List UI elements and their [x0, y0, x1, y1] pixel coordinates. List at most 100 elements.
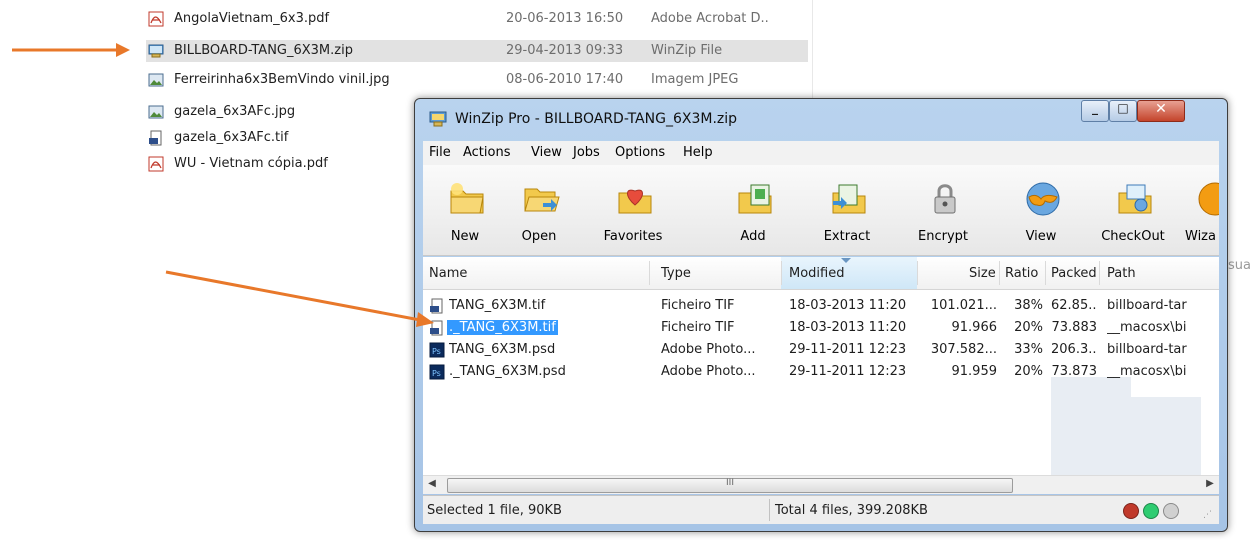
explorer-row[interactable]: gazela_6x3AFc.jpg: [146, 101, 406, 123]
winzip-window[interactable]: WinZip Pro - BILLBOARD-TANG_6X3M.zip _ □…: [414, 98, 1228, 532]
title-bar[interactable]: WinZip Pro - BILLBOARD-TANG_6X3M.zip _ □…: [415, 99, 1227, 139]
favorites-heart-icon: [618, 189, 652, 214]
cell-type: Ficheiro TIF: [661, 298, 735, 313]
cell-modified: 29-11-2011 12:23: [789, 342, 907, 357]
file-date: 08-06-2010 17:40: [506, 72, 624, 87]
extract-button[interactable]: Extract: [807, 165, 887, 253]
column-path[interactable]: Path: [1107, 266, 1136, 281]
menu-help[interactable]: Help: [683, 145, 713, 160]
scroll-right-icon[interactable]: ▶: [1203, 478, 1217, 492]
column-separator[interactable]: [999, 261, 1000, 285]
menu-view[interactable]: View: [531, 145, 562, 160]
pdf-icon: [148, 11, 164, 27]
add-label: Add: [740, 229, 766, 244]
menu-file[interactable]: File: [429, 145, 451, 160]
cell-name: TANG_6X3M.tif: [449, 298, 546, 313]
column-modified[interactable]: Modified: [789, 266, 844, 281]
column-separator[interactable]: [1045, 261, 1046, 285]
cell-ratio: 33%: [1014, 342, 1043, 357]
cell-path: billboard-tar: [1107, 298, 1187, 313]
file-name: Ferreirinha6x3BemVindo vinil.jpg: [174, 72, 390, 87]
file-date: 29-04-2013 09:33: [506, 43, 624, 58]
wizard-icon: [1198, 182, 1219, 216]
explorer-row[interactable]: Ferreirinha6x3BemVindo vinil.jpg 08-06-2…: [146, 69, 808, 91]
file-type: WinZip File: [651, 43, 723, 58]
cell-type: Adobe Photo...: [661, 342, 756, 357]
svg-text:Ps: Ps: [432, 347, 441, 356]
open-folder-icon: [524, 188, 560, 212]
add-files-icon: [738, 184, 772, 214]
scrollbar-thumb[interactable]: III: [447, 478, 1013, 493]
column-separator[interactable]: [649, 261, 650, 285]
tif-icon: [149, 130, 162, 146]
cell-path: billboard-tar: [1107, 342, 1187, 357]
menu-jobs[interactable]: Jobs: [573, 145, 600, 160]
file-name: AngolaVietnam_6x3.pdf: [174, 11, 330, 26]
psd-icon: Ps: [429, 364, 445, 380]
cell-type: Adobe Photo...: [661, 364, 756, 379]
wizard-button[interactable]: Wiza: [1173, 165, 1219, 253]
column-type[interactable]: Type: [661, 266, 691, 281]
column-separator[interactable]: [1099, 261, 1100, 285]
image-icon: [148, 73, 164, 87]
encrypt-lock-icon: [934, 184, 956, 214]
explorer-row[interactable]: WU - Vietnam cópia.pdf: [146, 153, 406, 175]
menu-actions[interactable]: Actions: [463, 145, 511, 160]
close-button[interactable]: ✕: [1137, 100, 1185, 122]
winzip-app-icon: [429, 111, 447, 127]
column-separator[interactable]: [917, 261, 918, 285]
new-button[interactable]: New: [425, 165, 505, 253]
explorer-row[interactable]: AngolaVietnam_6x3.pdf 20-06-2013 16:50 A…: [146, 8, 808, 30]
gray-status-icon: [1163, 503, 1179, 519]
column-ratio[interactable]: Ratio: [1005, 266, 1038, 281]
zip-icon: [148, 44, 164, 58]
checkout-button[interactable]: CheckOut: [1093, 165, 1173, 253]
column-divider: [812, 0, 813, 104]
table-row-selected[interactable]: ._TANG_6X3M.tif Ficheiro TIF 18-03-2013 …: [423, 317, 1219, 339]
new-label: New: [450, 229, 480, 244]
wizard-label: Wiza: [1185, 229, 1216, 244]
maximize-button[interactable]: □: [1109, 100, 1137, 122]
table-row[interactable]: Ps TANG_6X3M.psd Adobe Photo... 29-11-20…: [423, 339, 1219, 361]
status-selection: Selected 1 file, 90KB: [427, 503, 562, 518]
open-button[interactable]: Open: [499, 165, 579, 253]
cell-path: __macosx\bi: [1107, 320, 1187, 335]
table-row[interactable]: Ps ._TANG_6X3M.psd Adobe Photo... 29-11-…: [423, 361, 1219, 383]
cell-name: ._TANG_6X3M.tif: [447, 320, 558, 335]
cell-packed: 62.85...: [1051, 298, 1097, 313]
cell-ratio: 20%: [1014, 320, 1043, 335]
view-button[interactable]: View: [1001, 165, 1081, 253]
cell-size: 307.582...: [930, 342, 997, 357]
column-packed[interactable]: Packed: [1051, 266, 1097, 281]
extract-icon: [832, 184, 866, 214]
cell-name: ._TANG_6X3M.psd: [449, 364, 566, 379]
column-separator[interactable]: [781, 261, 782, 285]
image-icon: [148, 105, 164, 119]
cell-name: TANG_6X3M.psd: [449, 342, 556, 357]
scrollbar-grip: III: [726, 478, 734, 488]
favorites-button[interactable]: Favorites: [593, 165, 673, 253]
minimize-button[interactable]: _: [1081, 100, 1109, 122]
archive-file-list[interactable]: Name Type Modified Size Ratio Packed Pat…: [423, 257, 1219, 493]
green-status-icon: [1143, 503, 1159, 519]
column-size[interactable]: Size: [969, 266, 996, 281]
resize-grip-icon[interactable]: ⋰: [1203, 510, 1212, 520]
cell-path: __macosx\bi: [1107, 364, 1187, 379]
encrypt-button[interactable]: Encrypt: [903, 165, 983, 253]
cell-type: Ficheiro TIF: [661, 320, 735, 335]
horizontal-scrollbar[interactable]: ◀ III ▶: [423, 475, 1219, 494]
menu-options[interactable]: Options: [615, 145, 665, 160]
cell-size: 91.966: [951, 320, 998, 335]
table-row[interactable]: TANG_6X3M.tif Ficheiro TIF 18-03-2013 11…: [423, 295, 1219, 317]
explorer-row[interactable]: BILLBOARD-TANG_6X3M.zip 29-04-2013 09:33…: [146, 40, 808, 62]
explorer-row[interactable]: gazela_6x3AFc.tif: [146, 127, 406, 149]
file-name: gazela_6x3AFc.tif: [174, 130, 289, 145]
scroll-left-icon[interactable]: ◀: [425, 478, 439, 492]
window-title: WinZip Pro - BILLBOARD-TANG_6X3M.zip: [455, 111, 738, 127]
shield-icon: [1123, 503, 1139, 519]
add-button[interactable]: Add: [713, 165, 793, 253]
extract-label: Extract: [823, 229, 871, 244]
view-glasses-icon: [1026, 182, 1060, 216]
column-name[interactable]: Name: [429, 266, 467, 281]
checkout-icon: [1118, 184, 1152, 214]
